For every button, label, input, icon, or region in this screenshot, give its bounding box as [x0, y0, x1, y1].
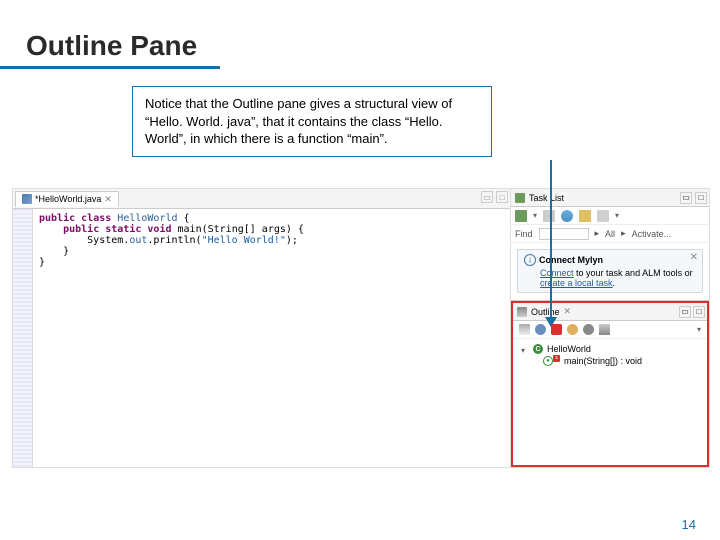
view-menu-icon[interactable]: ▾ [697, 325, 701, 334]
hide-localtypes-icon[interactable] [583, 324, 594, 335]
static-badge-icon: s [553, 355, 560, 362]
arrow-right-icon[interactable]: ▸ [621, 228, 626, 239]
code-text: main(String[] args) { [172, 224, 304, 235]
editor-ruler [13, 209, 33, 467]
explanation-callout: Notice that the Outline pane gives a str… [132, 86, 492, 157]
outline-icon [517, 307, 527, 317]
find-input[interactable] [539, 228, 589, 240]
maximize-icon[interactable]: □ [693, 306, 705, 318]
code-text: ); [286, 235, 298, 246]
outline-method-label: main(String[]) : void [564, 356, 642, 366]
info-icon: i [524, 254, 536, 266]
mylyn-title: Connect Mylyn [539, 255, 603, 265]
editor-tab-helloworld[interactable]: *HelloWorld.java ✕ [15, 191, 119, 207]
hide-nonpublic-icon[interactable] [567, 324, 578, 335]
outline-method-node[interactable]: ●s main(String[]) : void [521, 355, 699, 367]
new-task-icon[interactable] [515, 210, 527, 222]
tasklist-tab-label: Task List [529, 193, 564, 203]
page-number: 14 [682, 517, 696, 532]
code-content[interactable]: public class HelloWorld { public static … [33, 209, 310, 467]
outline-pane: Outline ✕ ▭ □ ▾ C HelloW [511, 301, 709, 467]
tasklist-filter-row: Find ▸ All ▸ Activate... [511, 225, 709, 243]
outline-class-label: HelloWorld [547, 344, 591, 354]
class-name: HelloWorld [117, 213, 177, 224]
minimize-icon[interactable]: ▭ [680, 192, 692, 204]
keyword: class [81, 213, 111, 224]
field-ref: out [129, 235, 147, 246]
arrow-indicator [550, 160, 552, 326]
dropdown-icon[interactable]: ▾ [533, 211, 537, 220]
maximize-icon[interactable]: □ [695, 192, 707, 204]
outline-tree: C HelloWorld ●s main(String[]) : void [513, 339, 707, 371]
collapse-all-icon[interactable] [597, 210, 609, 222]
close-icon[interactable]: ✕ [104, 194, 112, 205]
string-literal: "Hello World!" [202, 235, 286, 246]
mylyn-connect-link[interactable]: Connect [540, 268, 574, 278]
keyword: public [39, 213, 75, 224]
keyword: public [63, 224, 99, 235]
sort-icon[interactable] [519, 324, 530, 335]
minimize-icon[interactable]: ▭ [679, 306, 691, 318]
outline-tab[interactable]: Outline ✕ ▭ □ [513, 303, 707, 321]
activate-label[interactable]: Activate... [632, 229, 672, 239]
tasklist-tab[interactable]: Task List ▭ □ [511, 189, 709, 207]
view-menu-icon[interactable]: ▾ [615, 211, 619, 220]
right-column: Task List ▭ □ ▾ ▾ Find ▸ All ▸ [511, 189, 709, 467]
code-text: } [39, 257, 45, 268]
keyword: void [147, 224, 171, 235]
editor-tabbar: *HelloWorld.java ✕ ▭ □ [13, 189, 510, 209]
tasklist-icon [515, 193, 525, 203]
mylyn-text: to your task and ALM tools or [574, 268, 693, 278]
expand-icon[interactable] [521, 345, 529, 353]
code-text [39, 224, 63, 235]
editor-minmax-controls: ▭ □ [481, 191, 508, 203]
mylyn-text: . [613, 278, 616, 288]
code-text: { [178, 213, 190, 224]
code-text: .println( [147, 235, 201, 246]
outline-class-node[interactable]: C HelloWorld [521, 343, 699, 355]
tasklist-pane: Task List ▭ □ ▾ ▾ Find ▸ All ▸ [511, 189, 709, 301]
code-text: } [39, 246, 69, 257]
arrow-right-icon[interactable]: ▸ [595, 228, 600, 239]
task-refresh-icon[interactable] [561, 210, 573, 222]
mylyn-connect-callout: ✕ i Connect Mylyn Connect to your task a… [517, 249, 703, 293]
close-icon[interactable]: ✕ [690, 252, 698, 263]
java-file-icon [22, 194, 32, 204]
keyword: static [105, 224, 141, 235]
maximize-icon[interactable]: □ [496, 191, 508, 203]
task-sync-icon[interactable] [579, 210, 591, 222]
code-text: System. [39, 235, 129, 246]
class-icon: C [533, 344, 543, 354]
editor-pane: *HelloWorld.java ✕ ▭ □ public class Hell… [13, 189, 511, 467]
eclipse-window: *HelloWorld.java ✕ ▭ □ public class Hell… [12, 188, 710, 468]
all-filter-label[interactable]: All [605, 229, 615, 239]
outline-toolbar: ▾ [513, 321, 707, 339]
slide-title: Outline Pane [0, 0, 220, 69]
editor-body: public class HelloWorld { public static … [13, 209, 510, 467]
minimize-icon[interactable]: ▭ [481, 191, 493, 203]
find-label: Find [515, 229, 533, 239]
focus-active-icon[interactable] [599, 324, 610, 335]
method-public-icon: ● [543, 356, 553, 366]
tasklist-toolbar: ▾ ▾ [511, 207, 709, 225]
close-icon[interactable]: ✕ [564, 306, 572, 317]
editor-tab-label: *HelloWorld.java [35, 194, 101, 204]
outline-tab-label: Outline [531, 307, 560, 317]
